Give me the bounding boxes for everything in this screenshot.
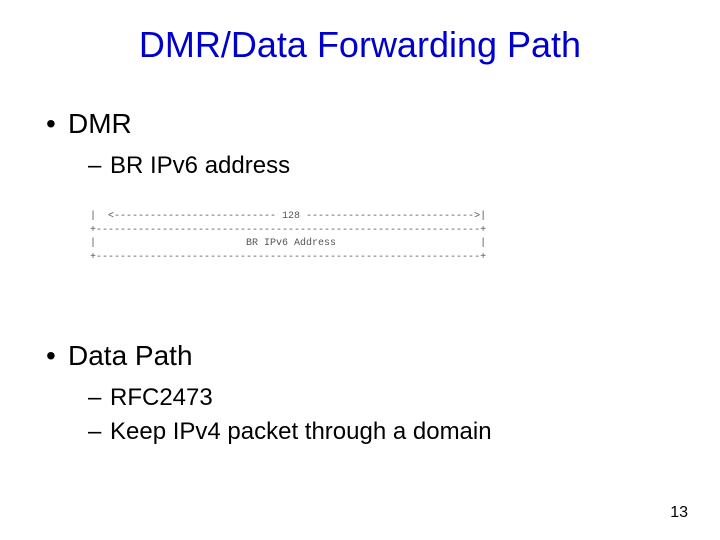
dash-icon: – (88, 418, 110, 446)
bullet-dmr-text: DMR (68, 108, 132, 139)
bullet-data-path: •Data Path (46, 340, 193, 372)
dash-icon: – (88, 384, 110, 412)
subbullet-keep-ipv4: –Keep IPv4 packet through a domain (88, 418, 492, 446)
diagram-line-3: | BR IPv6 Address | (90, 238, 486, 249)
page-number: 13 (670, 504, 688, 522)
subbullet-rfc2473-text: RFC2473 (110, 384, 213, 411)
diagram-line-2: +---------------------------------------… (90, 225, 486, 236)
subbullet-br-ipv6-text: BR IPv6 address (110, 152, 290, 179)
subbullet-rfc2473: –RFC2473 (88, 384, 213, 412)
bullet-dmr: •DMR (46, 108, 132, 140)
slide: DMR/Data Forwarding Path •DMR –BR IPv6 a… (0, 0, 720, 540)
bullet-data-path-text: Data Path (68, 340, 193, 371)
subbullet-keep-ipv4-text: Keep IPv4 packet through a domain (110, 418, 492, 445)
bullet-dot-icon: • (46, 108, 68, 140)
diagram-line-4: +---------------------------------------… (90, 252, 486, 263)
ascii-diagram: | <--------------------------- 128 -----… (90, 210, 630, 264)
dash-icon: – (88, 152, 110, 180)
diagram-line-1: | <--------------------------- 128 -----… (90, 211, 486, 222)
bullet-dot-icon: • (46, 340, 68, 372)
slide-title: DMR/Data Forwarding Path (0, 24, 720, 66)
subbullet-br-ipv6: –BR IPv6 address (88, 152, 290, 180)
